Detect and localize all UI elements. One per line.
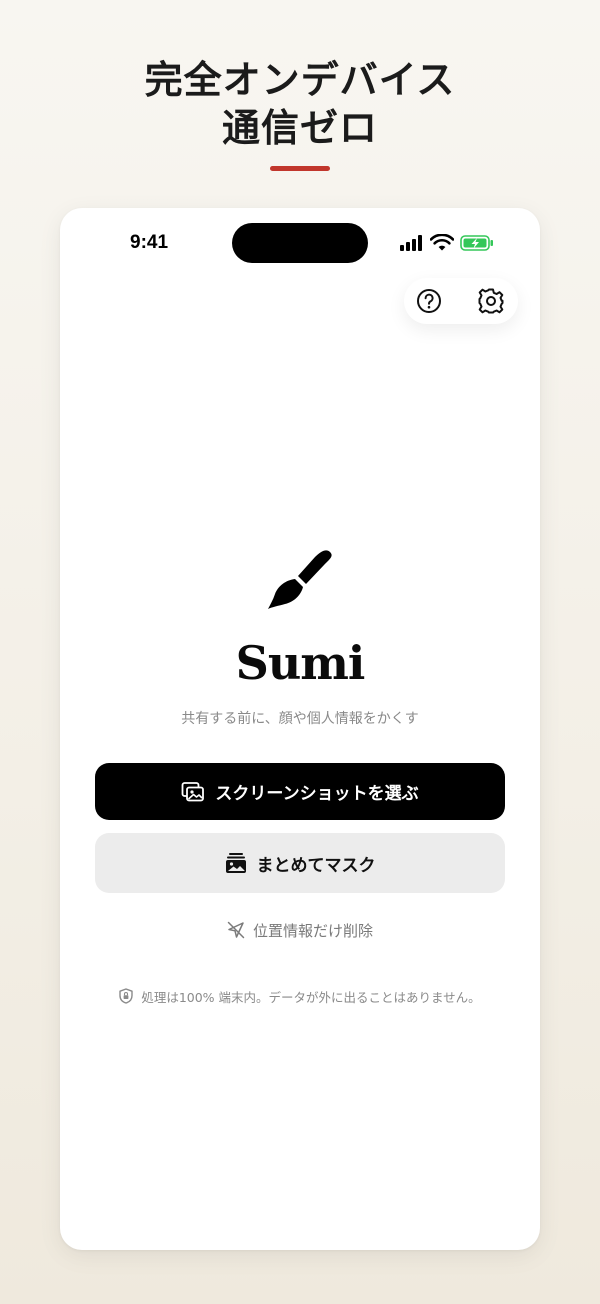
choose-screenshot-label: スクリーンショットを選ぶ xyxy=(215,784,419,804)
promo-headline-line1: 完全オンデバイス xyxy=(144,58,456,102)
location-slash-icon xyxy=(227,921,245,939)
remove-location-label: 位置情報だけ削除 xyxy=(252,921,373,940)
photo-batch-icon xyxy=(225,853,246,873)
app-tagline: 共有する前に、顔や個人情報をかくす xyxy=(181,711,419,727)
wifi-icon xyxy=(430,234,454,251)
gear-icon xyxy=(478,288,504,314)
battery-icon xyxy=(460,235,493,251)
batch-mask-label: まとめてマスク xyxy=(256,855,376,876)
top-toolbar xyxy=(404,278,518,324)
app-name: Sumi xyxy=(235,636,366,690)
privacy-note-text: 処理は100% 端末内。データが外に出ることはありません。 xyxy=(141,989,481,1005)
promo-headline: 完全オンデバイス 通信ゼロ xyxy=(0,56,600,152)
batch-mask-button[interactable]: まとめてマスク xyxy=(95,833,505,893)
help-button[interactable] xyxy=(414,286,444,316)
remove-location-link[interactable]: 位置情報だけ削除 xyxy=(60,918,540,942)
photo-stack-icon xyxy=(182,781,205,801)
phone-screen: 9:41 Sumi 共有する前に、顔や個人情報をかくす スクリーンショットを選ぶ… xyxy=(60,208,540,1250)
dynamic-island xyxy=(232,223,368,263)
settings-button[interactable] xyxy=(476,286,506,316)
status-icons xyxy=(398,232,498,254)
promo-headline-line2: 通信ゼロ xyxy=(221,106,378,150)
choose-screenshot-button[interactable]: スクリーンショットを選ぶ xyxy=(95,763,505,820)
accent-divider xyxy=(270,166,330,171)
privacy-note: 処理は100% 端末内。データが外に出ることはありません。 xyxy=(60,986,540,1006)
paintbrush-icon xyxy=(268,550,332,609)
cellular-signal-icon xyxy=(400,235,422,251)
status-time: 9:41 xyxy=(130,232,169,253)
question-circle-icon xyxy=(417,289,441,313)
shield-lock-icon xyxy=(119,988,134,1004)
